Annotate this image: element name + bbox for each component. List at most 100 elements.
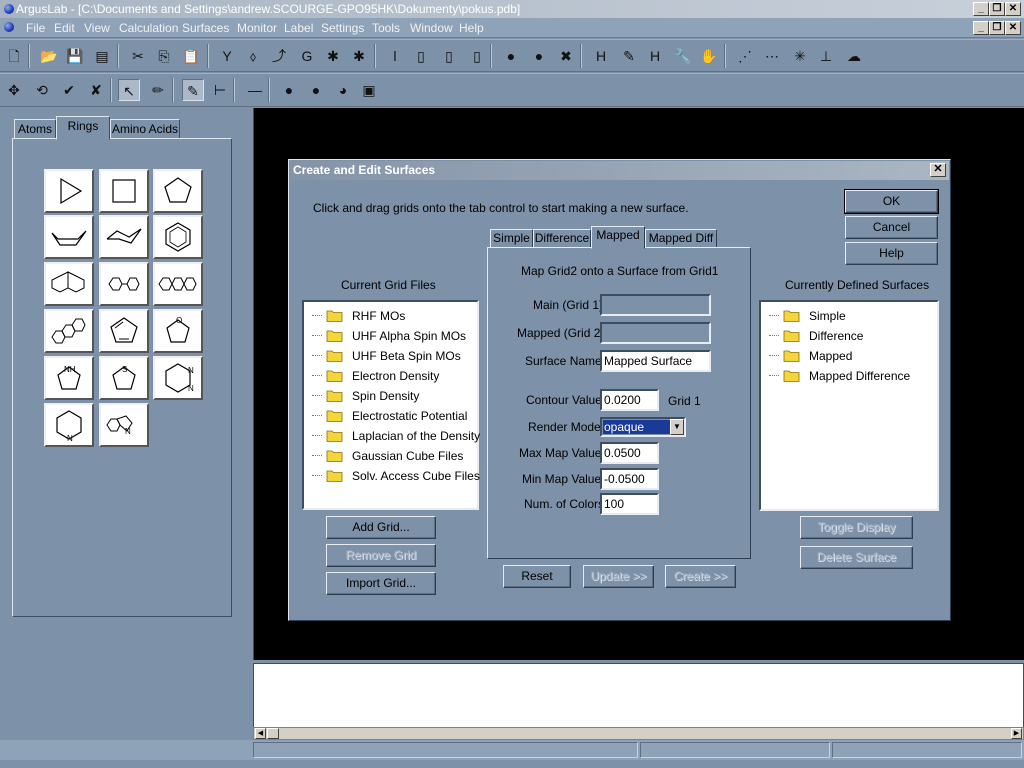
menu-monitor[interactable]: Monitor [237,21,277,35]
ring-naphthalene-button[interactable] [44,262,94,306]
import-grid-button[interactable]: Import Grid... [326,572,436,595]
tab-amino-acids[interactable]: Amino Acids [110,119,180,139]
tube-yellow-icon[interactable]: ▯ [438,45,460,67]
bond-tool-icon[interactable]: ⤴ [268,45,290,67]
app-icon[interactable] [4,4,14,14]
scroll-thumb[interactable] [267,728,279,739]
doc-icon[interactable] [4,22,14,32]
list-icon[interactable]: ▤ [91,45,113,67]
sphere-icon[interactable]: ● [500,45,522,67]
bracket-icon[interactable]: ⋯ [761,45,783,67]
ring-cyclohexane-boat-button[interactable] [44,215,94,259]
select-ok-icon[interactable]: ✔ [58,79,80,101]
list-item[interactable]: Simple [769,307,929,325]
select-x-icon[interactable]: ✘ [85,79,107,101]
tab-simple[interactable]: Simple [490,229,533,248]
tab-mapped[interactable]: Mapped [591,226,645,249]
ring-pyrrole-button[interactable]: NH [44,356,94,400]
ring-furan-button[interactable]: O [153,309,203,353]
list-item[interactable]: Electrostatic Potential [312,407,472,425]
add-grid-button[interactable]: Add Grid... [326,516,436,539]
dropdown-arrow-icon[interactable]: ▼ [670,419,684,435]
main-grid-field[interactable] [600,294,711,316]
tab-mapped-diff[interactable]: Mapped Diff [645,229,717,248]
cluster-icon[interactable]: ☁ [843,45,865,67]
paste-icon[interactable]: 📋 [180,45,202,67]
cut-icon[interactable]: ✂ [127,45,149,67]
molecule-color2-icon[interactable]: ✱ [348,45,370,67]
remove-grid-button[interactable]: Remove Grid [326,544,436,567]
toggle-display-button[interactable]: Toggle Display [800,516,913,539]
menu-help[interactable]: Help [459,21,484,35]
chain-icon[interactable]: ⋰ [734,45,756,67]
help-button[interactable]: Help [845,242,938,265]
menu-window[interactable]: Window [410,21,453,35]
list-item[interactable]: Solv. Access Cube Files [312,467,480,485]
ion-icon[interactable]: ● [528,45,550,67]
h-label-icon[interactable]: H [590,45,612,67]
minus-icon[interactable]: — [244,79,266,101]
mapped-grid-field[interactable] [600,322,711,344]
ring-pyrimidine-button[interactable]: NN [153,356,203,400]
pencil-red-icon[interactable]: ǀ [384,45,406,67]
draw-bond-icon[interactable]: ✎ [182,79,204,101]
update-button[interactable]: Update >> [583,565,654,588]
list-item[interactable]: UHF Beta Spin MOs [312,347,472,365]
min-map-input[interactable]: -0.0500 [600,468,659,490]
wrench-icon[interactable]: 🔧 [672,45,694,67]
list-item[interactable]: Electron Density [312,367,472,385]
tube-red-icon[interactable]: ▯ [410,45,432,67]
arrow-select-icon[interactable]: ↖ [118,79,140,101]
child-minimize-button[interactable]: _ [973,21,989,35]
hand-icon[interactable]: ✋ [698,45,720,67]
surfaces-list[interactable]: Simple Difference Mapped Mapped Difference [759,300,939,511]
rotate-icon[interactable]: ⟲ [31,79,53,101]
star-icon[interactable]: ✖ [555,45,577,67]
cancel-button[interactable]: Cancel [845,216,938,239]
render-mode-select[interactable]: opaque ▼ [600,417,686,437]
scroll-left-arrow-icon[interactable]: ◀ [255,728,266,739]
ring-phenanthrene-button[interactable] [44,309,94,353]
ring-anthracene-button[interactable] [153,262,203,306]
color-ball-icon[interactable]: ◕ [332,79,354,101]
tab-rings[interactable]: Rings [56,116,110,140]
ring-cyclopropane-button[interactable] [44,169,94,213]
ok-button[interactable]: OK [844,189,939,214]
tab-difference[interactable]: Difference [533,229,591,248]
ring-pyridine-button[interactable]: N [44,403,94,447]
minimize-button[interactable]: _ [973,2,989,16]
create-button[interactable]: Create >> [665,565,736,588]
num-colors-input[interactable]: 100 [600,493,659,515]
ring-cyclopentane-button[interactable] [153,169,203,213]
menu-surfaces[interactable]: Surfaces [182,21,229,35]
copy-icon[interactable]: ⎘ [153,45,175,67]
ring-indole-button[interactable]: N [99,403,149,447]
axes-icon[interactable]: ⊥ [815,45,837,67]
menu-settings[interactable]: Settings [321,21,364,35]
delete-surface-button[interactable]: Delete Surface [800,546,913,569]
red-sphere2-icon[interactable]: ● [305,79,327,101]
dialog-close-button[interactable]: ✕ [930,163,946,177]
output-pane[interactable] [253,663,1024,728]
atom-add-icon[interactable]: Y [216,45,238,67]
pencil-icon[interactable]: ✏ [147,79,169,101]
fragment-icon[interactable]: ⊢ [209,79,231,101]
list-item[interactable]: Laplacian of the Density [312,427,480,445]
ring-thiophene-button[interactable]: S [99,356,149,400]
contour-input[interactable]: 0.0200 [600,389,659,411]
surface-name-input[interactable]: Mapped Surface [600,350,711,372]
menu-file[interactable]: File [26,21,45,35]
h-remove-icon[interactable]: H [644,45,666,67]
move-icon[interactable]: ✥ [3,79,25,101]
ring-cyclobutane-button[interactable] [99,169,149,213]
red-sphere-icon[interactable]: ● [278,79,300,101]
tube-green-icon[interactable]: ▯ [466,45,488,67]
ring-cyclopentadiene-button[interactable] [99,309,149,353]
list-item[interactable]: Difference [769,327,929,345]
menu-edit[interactable]: Edit [54,21,75,35]
atom-tool-icon[interactable]: ⬨ [242,45,264,67]
list-item[interactable]: RHF MOs [312,307,472,325]
save-icon[interactable]: 💾 [64,45,86,67]
g-icon[interactable]: G [296,45,318,67]
list-item[interactable]: Mapped [769,347,929,365]
